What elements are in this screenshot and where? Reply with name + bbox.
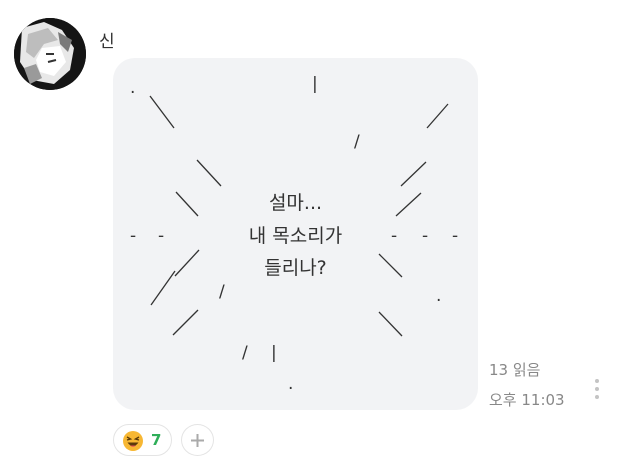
art-slash-2: / bbox=[219, 282, 225, 302]
art-pipe-1: | bbox=[312, 74, 318, 94]
art-dot-3: . bbox=[288, 374, 294, 394]
reaction-count: 7 bbox=[151, 431, 162, 449]
message-bubble[interactable]: | . / - - - - - / . / | . 설마... 내 목소리가 들… bbox=[113, 58, 478, 410]
avatar[interactable] bbox=[14, 18, 86, 90]
laughing-face-icon bbox=[123, 431, 143, 451]
message-time: 오후 11:03 bbox=[489, 391, 565, 409]
message-line-2: 내 목소리가 bbox=[248, 225, 343, 247]
plus-icon bbox=[191, 434, 204, 447]
add-reaction-button[interactable] bbox=[181, 424, 214, 456]
art-slash-1: / bbox=[354, 132, 360, 152]
art-dot-2: . bbox=[436, 286, 442, 306]
sender-name[interactable]: 신 bbox=[99, 27, 115, 52]
art-dot-1: . bbox=[130, 78, 136, 98]
message-line-3: 들리나? bbox=[264, 257, 327, 279]
reaction-chip[interactable]: 7 bbox=[113, 424, 172, 456]
read-status: 13 읽음 bbox=[489, 361, 541, 379]
more-options-icon[interactable] bbox=[593, 378, 601, 402]
message-line-1: 설마... bbox=[268, 192, 323, 214]
art-slash-3: / bbox=[242, 343, 248, 363]
art-pipe-2: | bbox=[271, 343, 277, 363]
